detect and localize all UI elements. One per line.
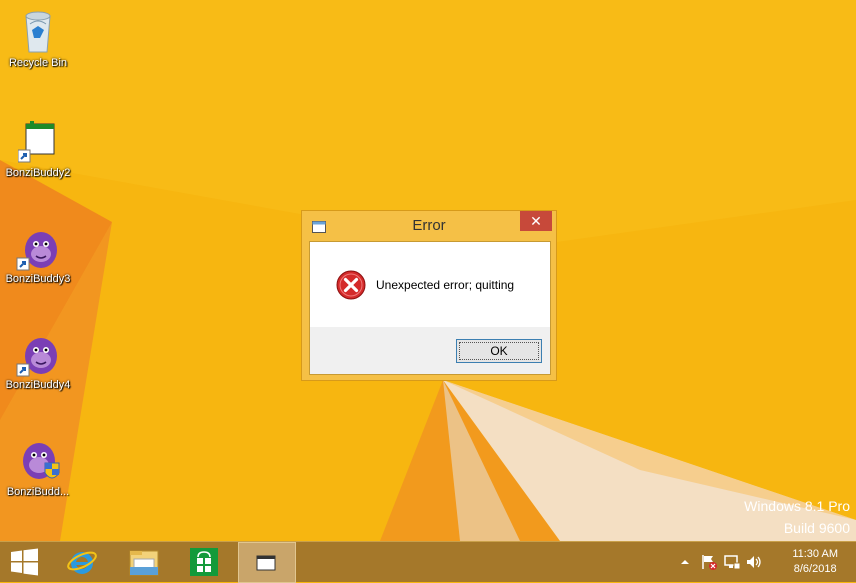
close-button[interactable]: ✕ — [520, 211, 552, 231]
clock-date: 8/6/2018 — [793, 563, 837, 575]
desktop-icon-bonzibuddy2[interactable]: BonziBuddy2 — [0, 118, 76, 180]
action-center-flag-icon[interactable] — [700, 553, 718, 571]
taskbar-windows-store[interactable] — [180, 542, 228, 583]
bonzi-gorilla-icon — [16, 338, 57, 377]
desktop: Recycle Bin BonziBuddy2 BonziBuddy3 Bonz… — [0, 0, 856, 541]
start-button[interactable] — [0, 542, 48, 583]
system-tray: 11:30 AM 8/6/2018 — [676, 542, 856, 583]
error-icon — [336, 270, 366, 300]
clock-time: 11:30 AM — [792, 548, 838, 560]
watermark-edition: Windows 8.1 Pro — [744, 498, 850, 514]
taskbar-file-explorer[interactable] — [121, 542, 169, 583]
dialog-body: Unexpected error; quitting OK — [309, 241, 551, 375]
error-message: Unexpected error; quitting — [376, 278, 515, 292]
bonzi-gorilla-icon — [16, 232, 57, 271]
store-icon — [190, 548, 218, 576]
clock[interactable]: 11:30 AM 8/6/2018 — [792, 547, 838, 577]
desktop-icon-label: BonziBuddy4 — [5, 379, 71, 391]
close-icon: ✕ — [530, 213, 542, 229]
desktop-icon-label: BonziBuddy2 — [5, 167, 71, 179]
desktop-icon-label: BonziBuddy3 — [5, 273, 71, 285]
desktop-icon-bonzibuddy5[interactable]: BonziBudd... — [0, 437, 76, 499]
ok-button[interactable]: OK — [456, 339, 542, 363]
program-window-icon — [256, 555, 276, 571]
os-watermark: Windows 8.1 Pro Build 9600 — [744, 498, 850, 536]
network-icon[interactable] — [723, 553, 741, 571]
bonzi-gorilla-shield-icon — [23, 443, 60, 479]
desktop-icon-bonzibuddy4[interactable]: BonziBuddy4 — [0, 330, 76, 392]
desktop-icon-recycle-bin[interactable]: Recycle Bin — [0, 6, 76, 70]
taskbar-running-app[interactable] — [238, 542, 296, 583]
internet-explorer-icon — [67, 551, 97, 574]
windows-logo-icon — [11, 548, 38, 576]
desktop-icon-bonzibuddy3[interactable]: BonziBuddy3 — [0, 224, 76, 286]
error-dialog: Error ✕ Unexpected error; quitting OK — [301, 210, 557, 381]
folder-icon — [129, 550, 159, 576]
desktop-icon-label: Recycle Bin — [8, 57, 68, 69]
dialog-title: Error — [412, 217, 446, 234]
watermark-build: Build 9600 — [783, 520, 850, 536]
recycle-bin-icon — [25, 11, 51, 53]
show-hidden-icons-chevron-icon[interactable] — [680, 557, 690, 567]
program-window-icon — [18, 121, 55, 163]
desktop-icon-label: BonziBudd... — [6, 486, 70, 498]
dialog-content: Unexpected error; quitting — [310, 242, 550, 327]
taskbar-internet-explorer[interactable] — [58, 542, 106, 583]
volume-icon[interactable] — [745, 553, 763, 571]
taskbar: 11:30 AM 8/6/2018 — [0, 541, 856, 583]
